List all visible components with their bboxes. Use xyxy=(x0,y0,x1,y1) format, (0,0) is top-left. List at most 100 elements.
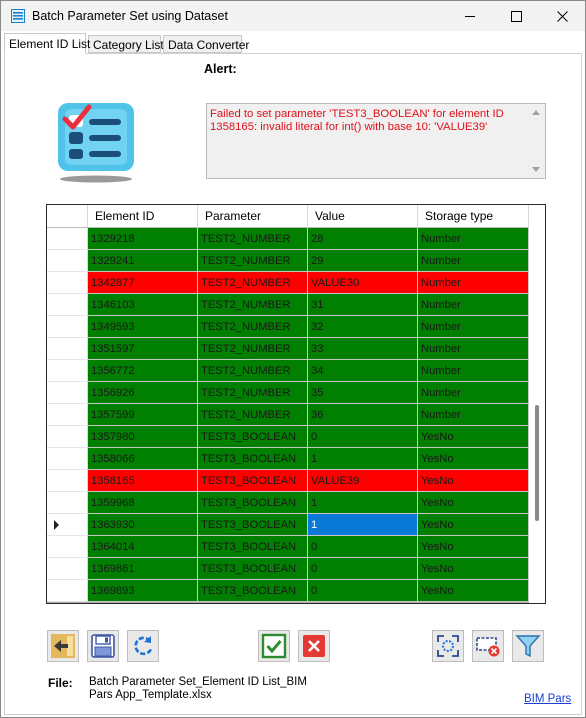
import-button[interactable] xyxy=(47,630,79,662)
cell-storage-type[interactable]: Number xyxy=(418,250,529,272)
cell-parameter[interactable]: TEST3_BOOLEAN xyxy=(198,470,308,492)
column-header-value[interactable]: Value xyxy=(308,205,418,228)
table-row[interactable]: 1357599 TEST2_NUMBER 36 Number xyxy=(47,404,529,426)
parameter-grid[interactable]: Element ID Parameter Value Storage type … xyxy=(46,204,546,604)
bim-pars-link[interactable]: BIM Pars xyxy=(524,693,571,705)
cell-parameter[interactable]: TEST3_BOOLEAN xyxy=(198,448,308,470)
cell-storage-type[interactable]: YesNo xyxy=(418,492,529,514)
cell-element-id[interactable]: 1346103 xyxy=(88,294,198,316)
row-header[interactable] xyxy=(47,470,88,492)
table-row[interactable]: 1329241 TEST2_NUMBER 29 Number xyxy=(47,250,529,272)
cell-element-id[interactable]: 1329241 xyxy=(88,250,198,272)
row-header[interactable] xyxy=(47,294,88,316)
cell-value[interactable]: 32 xyxy=(308,316,418,338)
tab-data-converter[interactable]: Data Converter xyxy=(163,35,249,53)
cell-value[interactable]: VALUE39 xyxy=(308,470,418,492)
table-row[interactable]: 1351597 TEST2_NUMBER 33 Number xyxy=(47,338,529,360)
grid-scrollbar[interactable] xyxy=(529,205,545,603)
row-header[interactable] xyxy=(47,448,88,470)
cell-element-id[interactable]: 1357980 xyxy=(88,426,198,448)
cell-element-id[interactable]: 1329218 xyxy=(88,228,198,250)
cell-element-id[interactable]: 1358165 xyxy=(88,470,198,492)
cell-value[interactable]: VALUE30 xyxy=(308,272,418,294)
cell-element-id[interactable]: 1349593 xyxy=(88,316,198,338)
cell-element-id[interactable]: 1363930 xyxy=(88,514,198,536)
cell-element-id[interactable]: 1358066 xyxy=(88,448,198,470)
row-header[interactable] xyxy=(47,514,88,536)
alert-textbox[interactable]: Failed to set parameter 'TEST3_BOOLEAN' … xyxy=(206,103,546,179)
tab-category-list[interactable]: Category List xyxy=(88,35,164,53)
cell-value[interactable]: 35 xyxy=(308,382,418,404)
table-row[interactable]: 1342877 TEST2_NUMBER VALUE30 Number xyxy=(47,272,529,294)
column-header-storage-type[interactable]: Storage type xyxy=(418,205,529,228)
column-header-parameter[interactable]: Parameter xyxy=(198,205,308,228)
cell-element-id[interactable]: 1356772 xyxy=(88,360,198,382)
cell-storage-type[interactable]: YesNo xyxy=(418,514,529,536)
cell-element-id[interactable]: 1351597 xyxy=(88,338,198,360)
cell-parameter[interactable]: TEST3_BOOLEAN xyxy=(198,492,308,514)
cell-value[interactable]: 0 xyxy=(308,536,418,558)
cell-parameter[interactable]: TEST2_NUMBER xyxy=(198,382,308,404)
row-header[interactable] xyxy=(47,316,88,338)
row-header[interactable] xyxy=(47,580,88,602)
clear-selection-button[interactable] xyxy=(472,630,504,662)
row-header[interactable] xyxy=(47,426,88,448)
cell-storage-type[interactable]: Number xyxy=(418,294,529,316)
table-row[interactable]: 1356772 TEST2_NUMBER 34 Number xyxy=(47,360,529,382)
table-row[interactable]: 1358066 TEST3_BOOLEAN 1 YesNo xyxy=(47,448,529,470)
select-button[interactable] xyxy=(432,630,464,662)
table-row[interactable]: 1356926 TEST2_NUMBER 35 Number xyxy=(47,382,529,404)
cell-parameter[interactable]: TEST2_NUMBER xyxy=(198,294,308,316)
title-bar[interactable]: Batch Parameter Set using Dataset xyxy=(1,1,585,31)
row-header[interactable] xyxy=(47,338,88,360)
cell-storage-type[interactable]: Number xyxy=(418,338,529,360)
row-header[interactable] xyxy=(47,558,88,580)
cell-value[interactable]: 34 xyxy=(308,360,418,382)
refresh-button[interactable] xyxy=(127,630,159,662)
cell-storage-type[interactable]: Number xyxy=(418,316,529,338)
grid-corner[interactable] xyxy=(47,205,88,228)
cell-element-id[interactable]: 1369861 xyxy=(88,558,198,580)
scroll-up-icon[interactable] xyxy=(532,110,540,115)
cell-parameter[interactable]: TEST2_NUMBER xyxy=(198,316,308,338)
cell-storage-type[interactable]: YesNo xyxy=(418,536,529,558)
tab-element-id-list[interactable]: Element ID List xyxy=(4,33,90,54)
table-row[interactable]: 1369893 TEST3_BOOLEAN 0 YesNo xyxy=(47,580,529,602)
cell-storage-type[interactable]: YesNo xyxy=(418,580,529,602)
save-button[interactable] xyxy=(87,630,119,662)
table-row[interactable]: 1349593 TEST2_NUMBER 32 Number xyxy=(47,316,529,338)
table-row[interactable]: 1358165 TEST3_BOOLEAN VALUE39 YesNo xyxy=(47,470,529,492)
table-row[interactable]: 1364014 TEST3_BOOLEAN 0 YesNo xyxy=(47,536,529,558)
cell-value[interactable]: 0 xyxy=(308,558,418,580)
cell-element-id[interactable]: 1357599 xyxy=(88,404,198,426)
cell-storage-type[interactable]: YesNo xyxy=(418,558,529,580)
scroll-down-icon[interactable] xyxy=(532,167,540,172)
table-row[interactable]: 1329218 TEST2_NUMBER 28 Number xyxy=(47,228,529,250)
minimize-button[interactable] xyxy=(447,1,493,31)
cell-value[interactable]: 33 xyxy=(308,338,418,360)
row-header[interactable] xyxy=(47,272,88,294)
cell-parameter[interactable]: TEST3_BOOLEAN xyxy=(198,580,308,602)
maximize-button[interactable] xyxy=(493,1,539,31)
cell-value[interactable]: 1 xyxy=(308,448,418,470)
cell-element-id[interactable]: 1342877 xyxy=(88,272,198,294)
cell-parameter[interactable]: TEST3_BOOLEAN xyxy=(198,514,308,536)
cell-storage-type[interactable]: Number xyxy=(418,272,529,294)
cell-element-id[interactable]: 1364014 xyxy=(88,536,198,558)
cell-parameter[interactable]: TEST2_NUMBER xyxy=(198,228,308,250)
cell-storage-type[interactable]: Number xyxy=(418,360,529,382)
cell-value[interactable]: 28 xyxy=(308,228,418,250)
row-header[interactable] xyxy=(47,382,88,404)
apply-button[interactable] xyxy=(258,630,290,662)
cell-value[interactable]: 1 xyxy=(308,492,418,514)
row-header[interactable] xyxy=(47,360,88,382)
filter-button[interactable] xyxy=(512,630,544,662)
cell-value[interactable]: 29 xyxy=(308,250,418,272)
cell-element-id[interactable]: 1356926 xyxy=(88,382,198,404)
cell-parameter[interactable]: TEST2_NUMBER xyxy=(198,360,308,382)
cell-element-id[interactable]: 1369893 xyxy=(88,580,198,602)
cell-value[interactable]: 31 xyxy=(308,294,418,316)
cell-parameter[interactable]: TEST3_BOOLEAN xyxy=(198,426,308,448)
cell-value[interactable]: 1 xyxy=(308,514,418,536)
cell-parameter[interactable]: TEST2_NUMBER xyxy=(198,338,308,360)
